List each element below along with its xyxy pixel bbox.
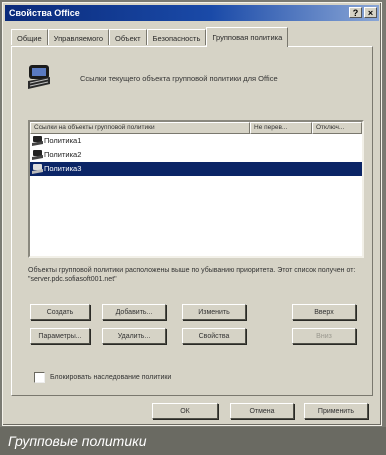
options-button[interactable]: Параметры... <box>30 328 90 344</box>
delete-button[interactable]: Удалить... <box>102 328 166 344</box>
properties-button[interactable]: Свойства <box>182 328 246 344</box>
figure-caption: Групповые политики <box>0 427 386 455</box>
apply-button[interactable]: Применить <box>304 403 368 419</box>
window-title: Свойства Office <box>9 8 80 18</box>
move-down-button[interactable]: Вниз <box>292 328 356 344</box>
title-bar: Свойства Office ? × <box>5 5 379 21</box>
header-description: Ссылки текущего объекта групповой полити… <box>80 74 278 83</box>
gpo-icon <box>32 136 43 146</box>
add-button[interactable]: Добавить... <box>102 304 166 320</box>
tab-object[interactable]: Объект <box>109 29 147 45</box>
list-item-label: Политика2 <box>44 150 82 159</box>
column-header-gpo-links[interactable]: Ссылки на объекты групповой политики <box>30 122 250 134</box>
create-button[interactable]: Создать <box>30 304 90 320</box>
list-item-selected[interactable]: Политика3 <box>30 162 362 176</box>
tab-strip: Общие Управляемого Объект Безопасность Г… <box>11 27 375 47</box>
column-header-disabled[interactable]: Отключ... <box>312 122 362 134</box>
tab-general[interactable]: Общие <box>11 29 48 45</box>
ok-button[interactable]: ОК <box>152 403 218 419</box>
move-up-button[interactable]: Вверх <box>292 304 356 320</box>
gpo-links-list[interactable]: Ссылки на объекты групповой политики Не … <box>28 120 364 258</box>
help-button[interactable]: ? <box>349 7 362 18</box>
list-item[interactable]: Политика1 <box>30 134 362 148</box>
block-inheritance-label: Блокировать наследование политики <box>50 374 172 381</box>
list-item-label: Политика1 <box>44 136 82 145</box>
cancel-button[interactable]: Отмена <box>230 403 294 419</box>
group-policy-icon <box>28 65 50 89</box>
block-inheritance-checkbox[interactable] <box>34 372 45 383</box>
list-item[interactable]: Политика2 <box>30 148 362 162</box>
tab-group-policy[interactable]: Групповая политика <box>206 27 289 47</box>
block-inheritance-option[interactable]: Блокировать наследование политики <box>34 372 171 383</box>
tab-security[interactable]: Безопасность <box>146 29 207 45</box>
close-button[interactable]: × <box>364 7 377 18</box>
gpo-icon <box>32 164 43 174</box>
list-header: Ссылки на объекты групповой политики Не … <box>30 122 362 134</box>
tab-managed-by[interactable]: Управляемого <box>47 29 109 45</box>
list-item-label: Политика3 <box>44 164 82 173</box>
gpo-icon <box>32 150 43 160</box>
column-header-no-override[interactable]: Не перев... <box>250 122 312 134</box>
priority-info-text: Объекты групповой политики расположены в… <box>28 267 356 283</box>
edit-button[interactable]: Изменить <box>182 304 246 320</box>
